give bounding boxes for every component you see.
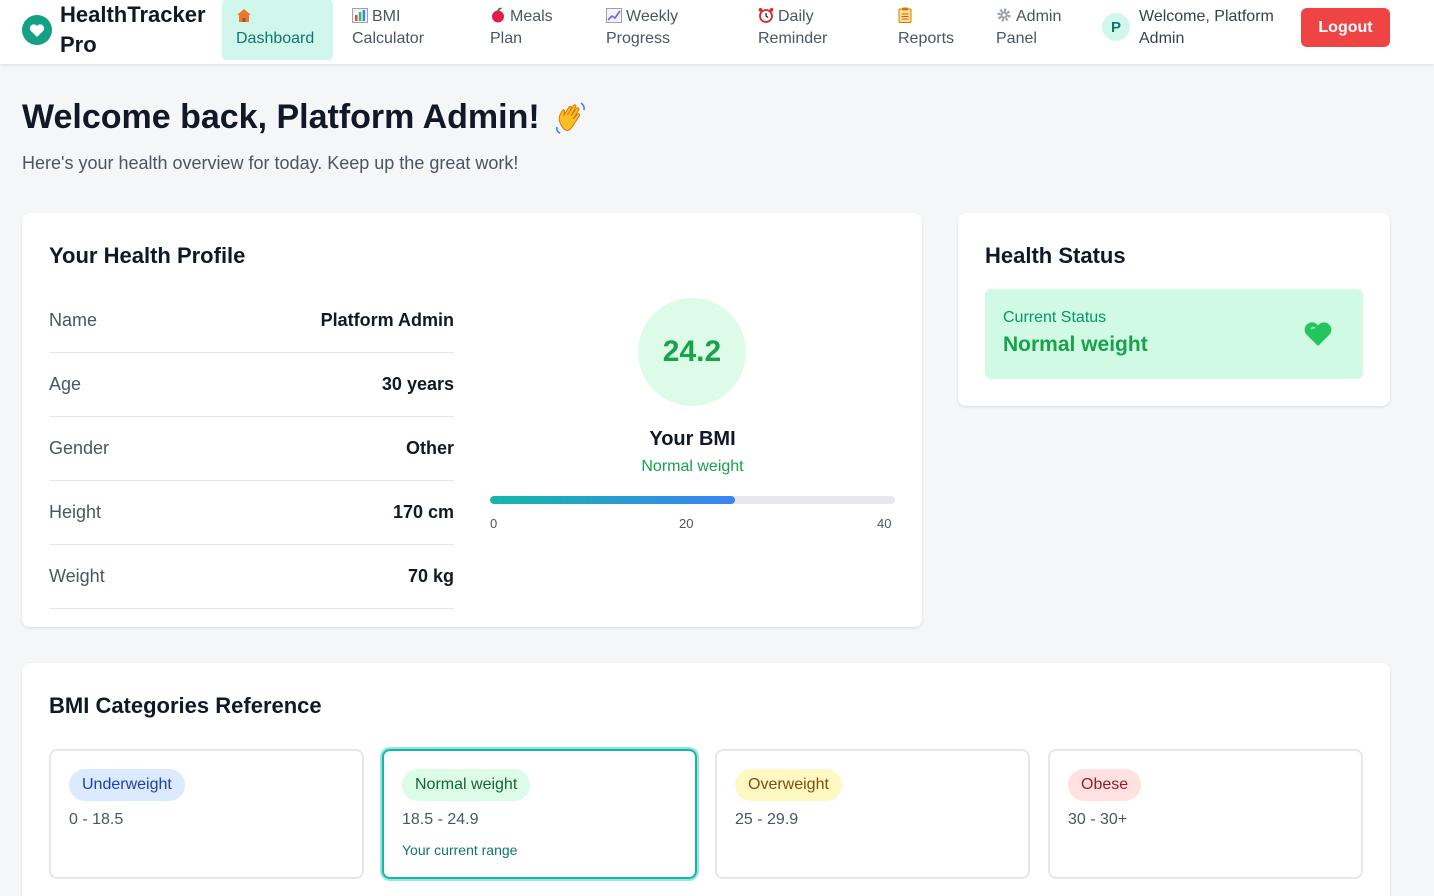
category-obese: Obese 30 - 30+ [1048,749,1363,879]
category-overweight: Overweight 25 - 29.9 [715,749,1030,879]
line-chart-icon [606,8,624,24]
nav-dashboard[interactable]: Dashboard [222,0,333,60]
category-range: 18.5 - 24.9 [402,811,479,828]
profile-row-age: Age 30 years [49,353,454,417]
nav-label: Reports [898,30,955,47]
row-label: Age [49,374,82,394]
nav-meals-plan[interactable]: Meals Plan [490,0,580,60]
green-heart-icon [1303,320,1333,348]
nav-bmi-calculator[interactable]: BMI Calculator [352,0,462,60]
waving-hand-icon [552,99,590,137]
profile-row-weight: Weight 70 kg [49,545,454,609]
category-range: 0 - 18.5 [69,811,124,828]
health-status-card: Health Status Current Status Normal weig… [958,213,1390,406]
health-profile-card: Your Health Profile Name Platform Admin … [22,213,922,627]
row-label: Name [49,310,98,330]
bmi-label: Your BMI [649,428,736,450]
category-badge: Obese [1068,769,1142,801]
row-label: Gender [49,438,110,458]
status-box: Current Status Normal weight [985,289,1363,379]
brand[interactable]: HealthTracker Pro [22,0,220,60]
row-value: 70 kg [407,566,454,586]
welcome-heading: Welcome back, Platform Admin! [22,98,540,136]
row-label: Weight [49,566,105,586]
user-info[interactable]: P Welcome, Platform Admin [1102,6,1299,50]
category-normal-weight: Normal weight 18.5 - 24.9 Your current r… [382,749,697,879]
nav-reports[interactable]: Reports [898,0,978,60]
bar-chart-icon [352,8,370,24]
clipboard-icon [898,7,916,23]
current-range-note: Your current range [402,842,518,858]
nav-label-2: Calculator [352,30,425,47]
profile-row-height: Height 170 cm [49,481,454,545]
row-value: 30 years [381,374,454,394]
profile-row-gender: Gender Other [49,417,454,481]
category-range: 30 - 30+ [1068,811,1128,828]
top-navbar: HealthTracker Pro Dashboard BMI Calculat… [0,0,1434,64]
nav-daily-reminder[interactable]: Daily Reminder [758,0,868,60]
brand-name: HealthTracker Pro [60,2,206,57]
bmi-categories-card: BMI Categories Reference Underweight 0 -… [22,663,1390,896]
category-badge: Normal weight [402,769,531,801]
category-badge: Overweight [735,769,842,801]
nav-label-1: BMI [372,8,401,25]
bmi-scale-mid: 20 [679,516,694,531]
alarm-clock-icon [758,7,776,23]
profile-row-name: Name Platform Admin [49,289,454,353]
row-value: 170 cm [392,502,454,522]
apple-icon [490,7,508,23]
nav-weekly-progress[interactable]: Weekly Progress [606,0,716,60]
card-title: BMI Categories Reference [49,693,322,718]
category-underweight: Underweight 0 - 18.5 [49,749,364,879]
bmi-scale-max: 40 [877,516,892,531]
avatar: P [1102,13,1130,41]
bmi-scale-min: 0 [490,516,498,531]
bmi-progress-bar [490,496,895,504]
category-range: 25 - 29.9 [735,811,799,828]
page-title: Welcome back, Platform Admin! [22,98,590,137]
bmi-status: Normal weight [641,458,744,475]
house-icon [236,8,254,24]
row-value: Other [405,438,454,458]
category-badge: Underweight [69,769,185,801]
card-title: Your Health Profile [49,243,246,268]
nav-admin-panel[interactable]: Admin Panel [996,0,1086,60]
user-greeting: Welcome, Platform Admin [1139,8,1274,47]
page-subtitle: Here's your health overview for today. K… [22,153,519,173]
nav-label: Dashboard [236,30,315,47]
gear-icon [996,7,1014,23]
heart-logo-icon [22,15,52,45]
status-value: Normal weight [1003,333,1148,356]
status-caption: Current Status [1003,309,1107,326]
card-title: Health Status [985,243,1126,268]
logout-button[interactable]: Logout [1301,8,1390,47]
row-value: Platform Admin [320,310,454,330]
row-label: Height [49,502,102,522]
bmi-value-circle: 24.2 [638,298,746,406]
bmi-progress-fill [490,496,736,504]
